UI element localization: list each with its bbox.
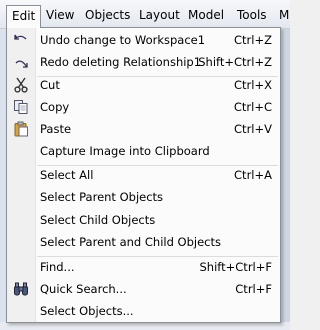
menu-item-label: Cut <box>40 78 60 92</box>
menu-model[interactable]: Model <box>188 5 224 25</box>
menu-item-label: Quick Search... <box>40 282 127 296</box>
menu-item-paste[interactable]: Paste Ctrl+V <box>7 118 280 140</box>
menu-item-select-parent-and-child[interactable]: Select Parent and Child Objects <box>7 231 280 253</box>
menu-item-quick-search[interactable]: Quick Search... Ctrl+F <box>7 278 280 300</box>
menu-item-label: Select Objects... <box>40 304 134 318</box>
edit-dropdown-menu: Undo change to Workspace1 Ctrl+Z Redo de… <box>6 27 281 323</box>
menu-item-select-all[interactable]: Select All Ctrl+A <box>7 164 280 186</box>
cut-icon <box>13 77 29 93</box>
menu-item-shortcut: Ctrl+A <box>234 168 272 182</box>
menu-item-cut[interactable]: Cut Ctrl+X <box>7 74 280 96</box>
menu-item-select-child-objects[interactable]: Select Child Objects <box>7 209 280 231</box>
menu-item-shortcut: Ctrl+X <box>234 78 272 92</box>
menu-item-shortcut: Ctrl+Z <box>234 33 272 47</box>
menu-item-label: Select Parent Objects <box>40 190 164 204</box>
menu-item-label: Select Child Objects <box>40 213 156 227</box>
menu-item-find[interactable]: Find... Shift+Ctrl+F <box>7 256 280 278</box>
redo-icon <box>13 54 29 70</box>
menu-item-shortcut: Ctrl+F <box>235 282 272 296</box>
menu-item-shortcut: Shift+Ctrl+Z <box>198 55 272 69</box>
menu-item-label: Copy <box>40 100 70 114</box>
menu-bar: Edit View Objects Layout Model Tools M <box>0 0 290 29</box>
menu-item-label: Select All <box>40 168 94 182</box>
background-window-bottom <box>0 322 290 330</box>
menu-item-undo[interactable]: Undo change to Workspace1 Ctrl+Z <box>7 29 280 51</box>
menu-item-select-parent-objects[interactable]: Select Parent Objects <box>7 186 280 208</box>
undo-icon <box>13 32 29 48</box>
menu-edit[interactable]: Edit <box>6 5 42 28</box>
copy-icon <box>13 99 29 115</box>
menu-item-label: Redo deleting Relationship1 <box>40 55 202 69</box>
menu-item-select-objects[interactable]: Select Objects... <box>7 300 280 322</box>
background-window-right <box>280 28 290 330</box>
menu-layout[interactable]: Layout <box>139 5 180 25</box>
menu-item-label: Undo change to Workspace1 <box>40 33 206 47</box>
menu-item-redo[interactable]: Redo deleting Relationship1 Shift+Ctrl+Z <box>7 51 280 73</box>
binoculars-icon <box>13 281 29 297</box>
menu-objects[interactable]: Objects <box>85 5 130 25</box>
menu-item-label: Capture Image into Clipboard <box>40 144 210 158</box>
menu-item-label: Find... <box>40 260 75 274</box>
menu-item-copy[interactable]: Copy Ctrl+C <box>7 96 280 118</box>
menu-item-shortcut: Ctrl+C <box>233 100 272 114</box>
paste-icon <box>13 121 29 137</box>
menu-item-label: Paste <box>40 122 72 136</box>
menu-item-shortcut: Ctrl+V <box>234 122 272 136</box>
menu-more[interactable]: M <box>279 5 289 25</box>
menu-tools[interactable]: Tools <box>237 5 267 25</box>
menu-view[interactable]: View <box>46 5 74 25</box>
menu-item-shortcut: Shift+Ctrl+F <box>199 260 273 274</box>
menu-item-capture-image[interactable]: Capture Image into Clipboard <box>7 140 280 162</box>
menu-item-label: Select Parent and Child Objects <box>40 235 222 249</box>
